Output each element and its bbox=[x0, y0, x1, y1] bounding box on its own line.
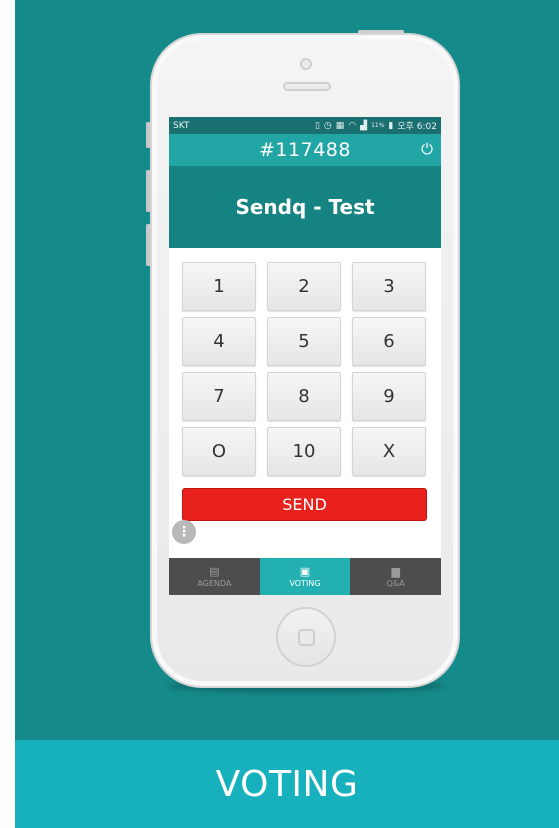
agenda-icon: ▤ bbox=[209, 564, 220, 578]
session-title-band: Sendq - Test bbox=[169, 166, 441, 248]
tab-agenda[interactable]: ▤ AGENDA bbox=[169, 558, 260, 595]
app-header: #117488 ⏻ bbox=[169, 134, 441, 166]
tab-agenda-label: AGENDA bbox=[197, 578, 232, 588]
signal-icon: ▟ bbox=[360, 120, 368, 131]
key-4[interactable]: 4 bbox=[182, 317, 256, 366]
key-2[interactable]: 2 bbox=[267, 262, 341, 311]
session-title: Sendq - Test bbox=[235, 195, 375, 219]
key-o[interactable]: O bbox=[182, 427, 256, 476]
key-x[interactable]: X bbox=[352, 427, 426, 476]
caption-bar: VOTING bbox=[15, 740, 559, 828]
key-7[interactable]: 7 bbox=[182, 372, 256, 421]
battery-icon: ▮ bbox=[388, 120, 394, 131]
send-button[interactable]: SEND bbox=[182, 488, 427, 521]
front-camera bbox=[300, 58, 312, 70]
home-button[interactable] bbox=[276, 607, 336, 667]
status-bar: SKT ▯ ◷ ▦ ◠ ▟ 11% ▮ 오후 6:02 bbox=[169, 117, 441, 134]
tab-voting-label: VOTING bbox=[289, 578, 321, 588]
key-10[interactable]: 10 bbox=[267, 427, 341, 476]
vote-keypad: 1 2 3 4 5 6 7 8 9 O 10 X bbox=[182, 262, 428, 478]
key-1[interactable]: 1 bbox=[182, 262, 256, 311]
key-3[interactable]: 3 bbox=[352, 262, 426, 311]
home-square-icon bbox=[298, 629, 315, 646]
voting-icon: ▣ bbox=[299, 564, 311, 578]
status-icons: ▯ ◷ ▦ ◠ ▟ 11% ▮ 오후 6:02 bbox=[314, 119, 437, 133]
alarm-icon: ◷ bbox=[323, 120, 332, 131]
promo-stage: SKT ▯ ◷ ▦ ◠ ▟ 11% ▮ 오후 6:02 #117488 ⏻ Se… bbox=[0, 0, 559, 828]
carrier-label: SKT bbox=[173, 120, 190, 131]
qa-icon: ▆ bbox=[391, 564, 400, 578]
more-vertical-icon[interactable]: ⋮ bbox=[172, 520, 196, 544]
earpiece-speaker bbox=[283, 82, 331, 91]
nfc-icon: ▦ bbox=[335, 120, 345, 131]
status-time: 오후 6:02 bbox=[397, 122, 437, 132]
tab-voting[interactable]: ▣ VOTING bbox=[259, 558, 351, 595]
key-8[interactable]: 8 bbox=[267, 372, 341, 421]
room-code: #117488 bbox=[259, 139, 351, 161]
caption-title: VOTING bbox=[215, 763, 359, 805]
tab-qa-label: Q&A bbox=[386, 578, 405, 588]
key-5[interactable]: 5 bbox=[267, 317, 341, 366]
power-icon[interactable]: ⏻ bbox=[421, 140, 433, 158]
bottom-tab-bar: ▤ AGENDA ▣ VOTING ▆ Q&A bbox=[169, 558, 441, 595]
key-6[interactable]: 6 bbox=[352, 317, 426, 366]
vibrate-icon: ▯ bbox=[314, 120, 320, 131]
phone-screen: SKT ▯ ◷ ▦ ◠ ▟ 11% ▮ 오후 6:02 #117488 ⏻ Se… bbox=[169, 117, 441, 595]
key-9[interactable]: 9 bbox=[352, 372, 426, 421]
wifi-icon: ◠ bbox=[348, 120, 357, 131]
battery-percent: 11% bbox=[371, 122, 385, 129]
tab-qa[interactable]: ▆ Q&A bbox=[350, 558, 441, 595]
